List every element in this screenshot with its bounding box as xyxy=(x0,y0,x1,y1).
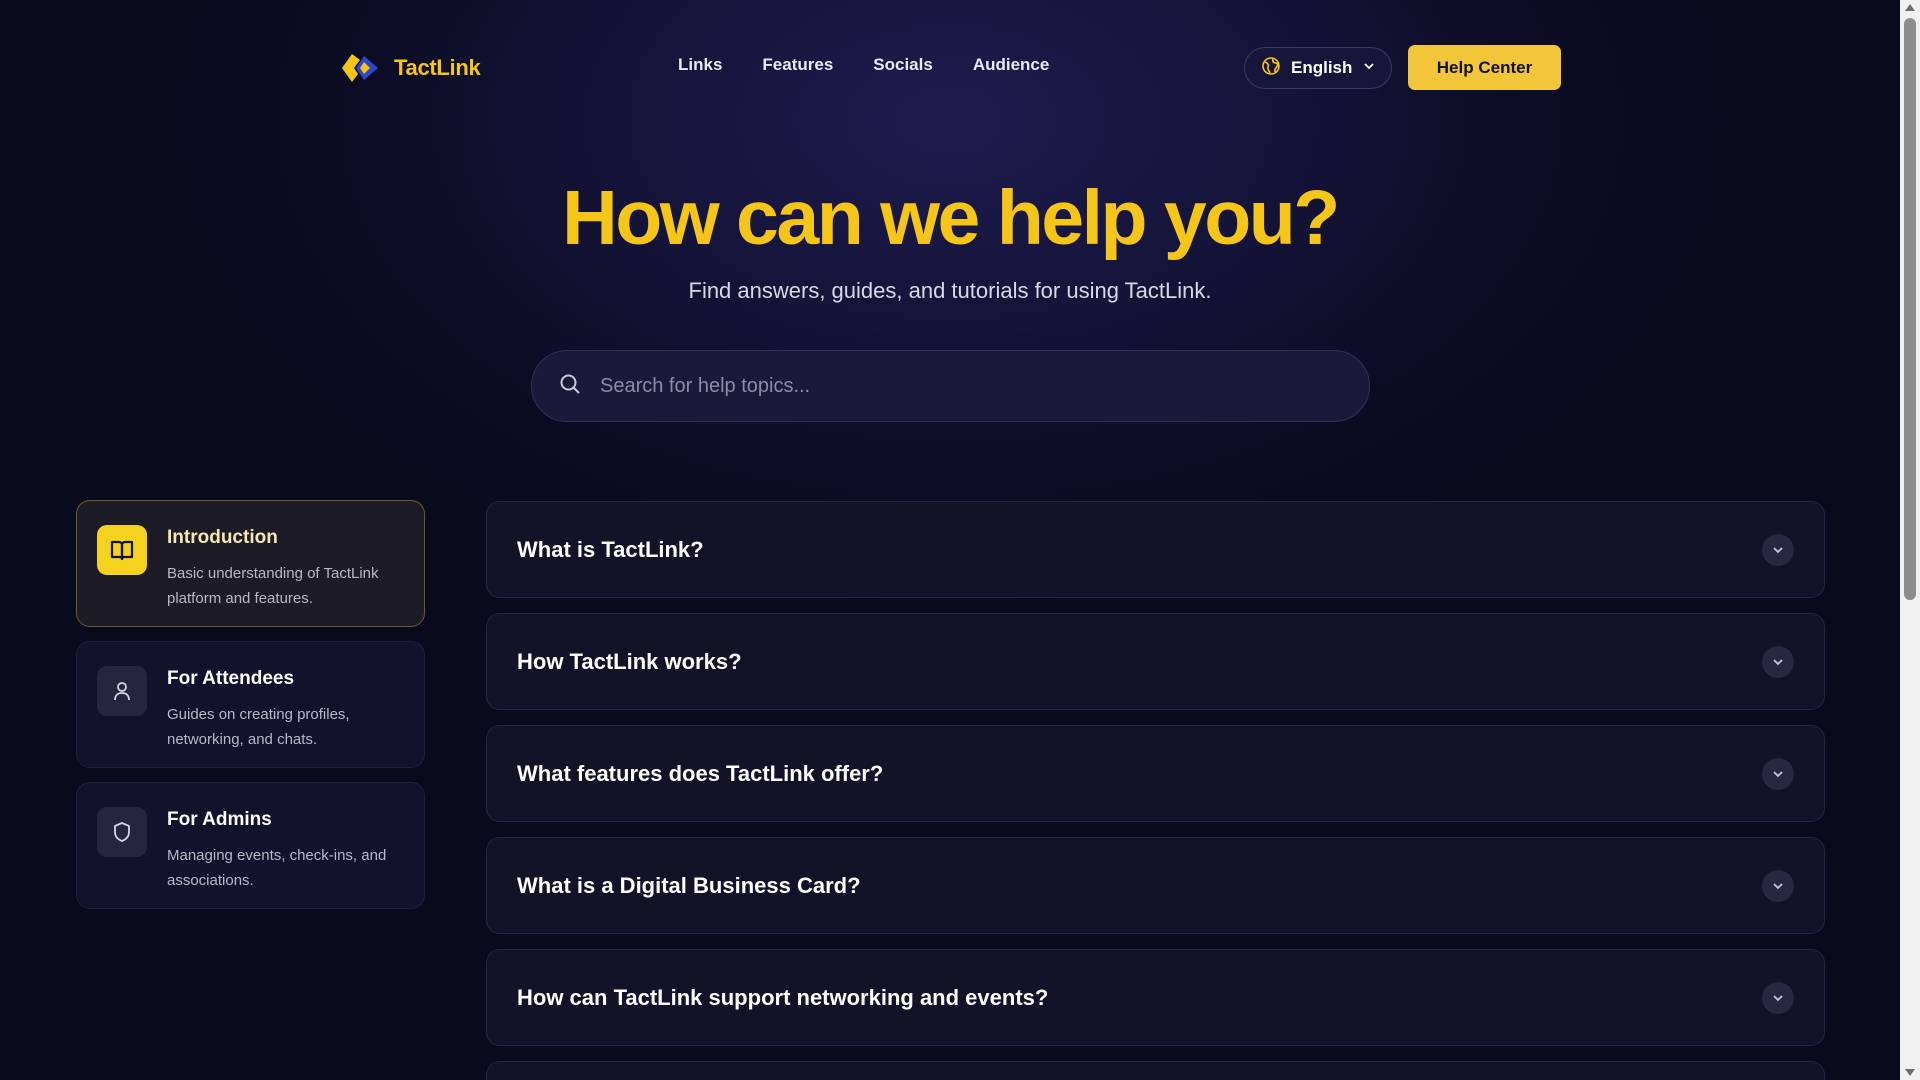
nav-item-socials[interactable]: Socials xyxy=(873,55,933,75)
chevron-down-icon[interactable] xyxy=(1762,869,1794,902)
chevron-down-icon[interactable] xyxy=(1762,757,1794,790)
faq-question: What is a Digital Business Card? xyxy=(517,872,861,898)
sidebar-item-desc: Guides on creating profiles, networking,… xyxy=(167,706,350,748)
faq-item[interactable]: What features does TactLink offer? xyxy=(486,725,1825,822)
search-bar[interactable] xyxy=(531,350,1370,422)
faq-item-partial[interactable] xyxy=(486,1061,1825,1080)
nav-item-audience[interactable]: Audience xyxy=(973,55,1050,75)
scroll-down-arrow-icon[interactable] xyxy=(1905,1069,1915,1076)
sidebar-item-desc: Basic understanding of TactLink platform… xyxy=(167,565,379,607)
sidebar-item-attendees[interactable]: For Attendees Guides on creating profile… xyxy=(76,641,425,768)
scroll-up-arrow-icon[interactable] xyxy=(1905,4,1915,11)
faq-question: How TactLink works? xyxy=(517,648,742,674)
user-icon xyxy=(97,666,147,716)
sidebar-item-title: For Attendees xyxy=(167,668,295,689)
hero-subtitle: Find answers, guides, and tutorials for … xyxy=(688,278,1212,303)
language-label: English xyxy=(1291,58,1353,77)
scrollbar-thumb[interactable] xyxy=(1904,18,1916,600)
chevron-down-icon xyxy=(1362,59,1376,78)
main-nav: Links Features Socials Audience xyxy=(678,55,1049,75)
logo[interactable]: TactLink xyxy=(340,50,481,86)
nav-item-links[interactable]: Links xyxy=(678,55,722,75)
sidebar-item-desc: Managing events, check-ins, and associat… xyxy=(167,847,387,889)
faq-question: What features does TactLink offer? xyxy=(517,760,884,786)
language-selector[interactable]: English xyxy=(1244,47,1392,89)
sidebar-item-introduction[interactable]: Introduction Basic understanding of Tact… xyxy=(76,500,425,627)
chevron-down-icon[interactable] xyxy=(1762,981,1794,1014)
faq-item[interactable]: How TactLink works? xyxy=(486,613,1825,710)
chevron-down-icon[interactable] xyxy=(1762,645,1794,678)
brand-name: TactLink xyxy=(394,55,481,80)
sidebar-item-admins[interactable]: For Admins Managing events, check-ins, a… xyxy=(76,782,425,909)
search-input[interactable] xyxy=(600,374,1369,398)
sidebar-item-title: For Admins xyxy=(167,809,272,830)
faq-item[interactable]: What is TactLink? xyxy=(486,501,1825,598)
faq-item[interactable]: What is a Digital Business Card? xyxy=(486,837,1825,934)
chevron-down-icon[interactable] xyxy=(1762,533,1794,566)
tactlink-logo-icon xyxy=(340,50,382,86)
help-center-button[interactable]: Help Center xyxy=(1408,45,1561,90)
sidebar-item-title: Introduction xyxy=(167,527,278,548)
page-scrollbar[interactable] xyxy=(1900,0,1920,1080)
header: TactLink Links Features Socials Audience… xyxy=(0,0,1900,135)
search-icon xyxy=(558,372,582,401)
shield-icon xyxy=(97,807,147,857)
faq-item[interactable]: How can TactLink support networking and … xyxy=(486,949,1825,1046)
hero-title: How can we help you? xyxy=(562,175,1340,261)
nav-item-features[interactable]: Features xyxy=(762,55,833,75)
book-icon xyxy=(97,525,147,575)
faq-question: What is TactLink? xyxy=(517,536,704,562)
faq-question: How can TactLink support networking and … xyxy=(517,984,1049,1010)
globe-icon xyxy=(1261,56,1281,81)
